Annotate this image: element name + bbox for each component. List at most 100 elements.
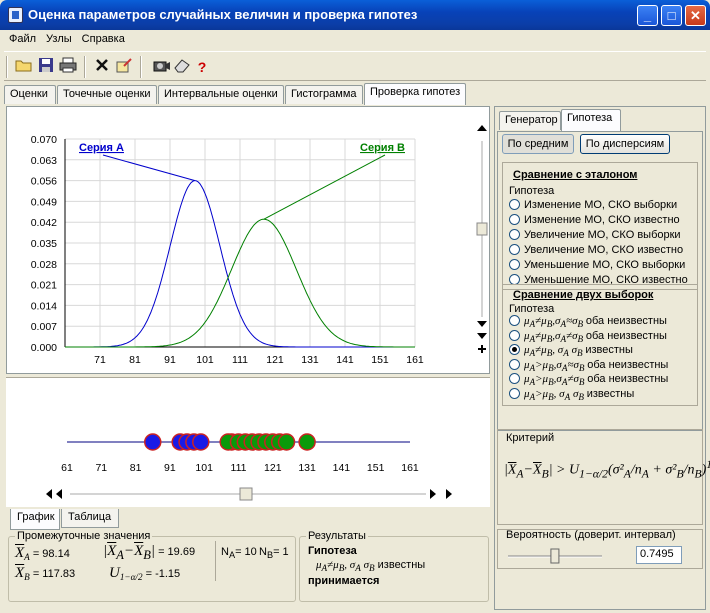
two-sample-hypothesis-option[interactable]: μA>μB,σA≠σB оба неизвестны xyxy=(509,373,668,387)
reference-hypothesis-option[interactable]: Изменение МО, СКО известно xyxy=(509,214,680,226)
two-sample-hypothesis-option-label: оба неизвестны xyxy=(585,315,667,327)
divider xyxy=(215,541,216,581)
by-mean-button[interactable]: По средним xyxy=(502,134,574,154)
help-icon[interactable]: ? xyxy=(192,57,212,77)
y-tick-label: 0.056 xyxy=(31,176,57,188)
tab-estimates[interactable]: Оценки xyxy=(4,85,56,104)
two-sample-hypothesis-option-label: известны xyxy=(585,344,633,356)
reference-group-label: Гипотеза xyxy=(509,185,555,197)
hypothesis-formula: μA≠μB, σA σB xyxy=(524,344,583,359)
toolbar: ? xyxy=(4,51,706,81)
menu-file[interactable]: Файл xyxy=(4,31,41,47)
toolbar-separator xyxy=(84,56,86,78)
reference-hypothesis-option-label: Изменение МО, СКО выборки xyxy=(524,199,678,211)
radio-icon xyxy=(509,315,520,326)
scroll-left-arrow[interactable] xyxy=(46,489,52,499)
strip-x-tick-label: 81 xyxy=(130,462,142,474)
x-tick-label: 111 xyxy=(232,354,248,366)
strip-x-tick-label: 121 xyxy=(264,462,282,474)
menu-nodes[interactable]: Узлы xyxy=(41,31,77,47)
x-tick-label: 131 xyxy=(301,354,319,366)
scroll-right-arrow-2[interactable] xyxy=(446,489,452,499)
strip-x-tick-label: 71 xyxy=(95,462,107,474)
menu-help[interactable]: Справка xyxy=(77,31,130,47)
results-heading: Гипотеза xyxy=(308,545,357,557)
series-label: Серия В xyxy=(360,142,405,154)
hypothesis-formula: μA>μB,σA≈σB xyxy=(524,358,585,373)
mean-difference: |XA−XB| = 19.69 xyxy=(103,543,196,562)
hypothesis-page: По средним По дисперсиям Сравнение с эта… xyxy=(497,131,703,431)
strip-x-tick-label: 131 xyxy=(298,462,316,474)
reference-comparison-section: Сравнение с эталоном Гипотеза Изменение … xyxy=(502,162,698,290)
hypothesis-formula: μA≠μB,σA≠σB xyxy=(524,329,584,344)
minimize-button[interactable]: _ xyxy=(637,5,658,26)
title-bar: Оценка параметров случайных величин и пр… xyxy=(0,0,710,30)
edit-icon[interactable] xyxy=(114,57,134,77)
reference-hypothesis-option[interactable]: Уменьшение МО, СКО выборки xyxy=(509,259,685,271)
mean-b-value: = 117.83 xyxy=(32,568,76,580)
by-variance-button[interactable]: По дисперсиям xyxy=(580,134,670,154)
results-label: Результаты xyxy=(306,530,368,542)
delete-icon[interactable] xyxy=(92,57,112,77)
vertical-scrollbar[interactable] xyxy=(475,123,489,353)
two-sample-hypothesis-option-label: оба неизвестны xyxy=(587,358,669,371)
two-sample-hypothesis-option[interactable]: μA>μB,σA≈σB оба неизвестны xyxy=(509,358,669,373)
hypothesis-formula: μA≠μB,σA≈σB xyxy=(524,315,584,330)
probability-slider[interactable] xyxy=(506,548,606,564)
reference-hypothesis-option[interactable]: Увеличение МО, СКО известно xyxy=(509,244,683,256)
two-sample-group-label: Гипотеза xyxy=(509,303,555,315)
toolbar-separator xyxy=(140,56,142,78)
two-sample-hypothesis-option[interactable]: μA≠μB,σA≈σB оба неизвестны xyxy=(509,315,667,329)
eraser-icon[interactable] xyxy=(172,57,192,77)
save-icon[interactable] xyxy=(36,57,56,77)
close-button[interactable]: ✕ xyxy=(685,5,706,26)
two-sample-hypothesis-option-label: оба неизвестны xyxy=(587,373,669,385)
y-tick-label: 0.070 xyxy=(31,134,57,146)
x-tick-label: 91 xyxy=(164,354,176,366)
strip-x-tick-label: 141 xyxy=(333,462,351,474)
x-tick-label: 81 xyxy=(129,354,141,366)
two-sample-hypothesis-option-label: оба неизвестны xyxy=(585,329,667,342)
y-tick-label: 0.049 xyxy=(31,196,57,208)
horizontal-scrollbar-thumb[interactable] xyxy=(239,487,253,501)
menu-bar: Файл Узлы Справка xyxy=(4,31,130,49)
probability-group: Вероятность (доверит. интервал) 0.7495 xyxy=(497,529,703,569)
tab-histogram[interactable]: Гистограмма xyxy=(285,85,363,104)
tab-hypothesis[interactable]: Гипотеза xyxy=(561,109,621,131)
tab-interval-estimates[interactable]: Интервальные оценки xyxy=(158,85,284,104)
results-verdict: принимается xyxy=(308,575,380,587)
two-sample-hypothesis-option[interactable]: μA≠μB,σA≠σB оба неизвестны xyxy=(509,329,667,344)
tab-graph[interactable]: График xyxy=(10,509,60,530)
tab-generator[interactable]: Генератор xyxy=(499,111,561,130)
print-icon[interactable] xyxy=(58,57,78,77)
reference-comparison-title: Сравнение с эталоном xyxy=(513,169,638,181)
density-chart-panel: 0.070 0.063 0.056 0.049 0.042 0.035 0.028 0.021… xyxy=(6,106,490,374)
two-sample-hypothesis-option[interactable]: μA>μB, σA σB известны xyxy=(509,387,635,402)
criterion-group: Критерий |XA−XB| > U1−α/2(σ²A/nA + σ²B/n… xyxy=(497,429,710,525)
probability-input[interactable]: 0.7495 xyxy=(636,546,682,564)
scroll-right-arrow[interactable] xyxy=(430,489,436,499)
reference-hypothesis-option[interactable]: Изменение МО, СКО выборки xyxy=(509,199,677,211)
y-tick-label: 0.063 xyxy=(31,155,57,167)
reference-hypothesis-option[interactable]: Увеличение МО, СКО выборки xyxy=(509,229,681,241)
two-sample-hypothesis-option[interactable]: μA≠μB, σA σB известны xyxy=(509,344,633,358)
strip-x-tick-label: 111 xyxy=(231,462,247,474)
x-tick-label: 121 xyxy=(266,354,284,366)
hypothesis-formula: μA>μB,σA≠σB xyxy=(524,373,585,388)
scroll-left-arrow-2[interactable] xyxy=(56,489,62,499)
results-formula: μA≠μB, σA σB известны xyxy=(316,559,426,574)
window-title: Оценка параметров случайных величин и пр… xyxy=(28,7,418,22)
two-sample-hypothesis-option-label: известны xyxy=(586,387,635,400)
sample-point-a xyxy=(192,433,210,451)
camera-icon[interactable] xyxy=(152,57,172,77)
sample-point-b xyxy=(298,433,316,451)
u-critical: U1−α/2 = -1.15 xyxy=(109,565,181,583)
hypothesis-settings-panel: Генератор Гипотеза По средним По дисперс… xyxy=(494,106,710,610)
maximize-button[interactable]: □ xyxy=(661,5,682,26)
open-folder-icon[interactable] xyxy=(14,57,34,77)
tab-point-estimates[interactable]: Точечные оценки xyxy=(57,85,157,104)
strip-plot-panel: 61 71 81 91 101 111 121 131 141 151 161 xyxy=(6,377,490,507)
tab-hypothesis-test[interactable]: Проверка гипотез xyxy=(364,83,466,105)
y-tick-label: 0.028 xyxy=(31,259,57,271)
tab-table[interactable]: Таблица xyxy=(61,509,119,528)
